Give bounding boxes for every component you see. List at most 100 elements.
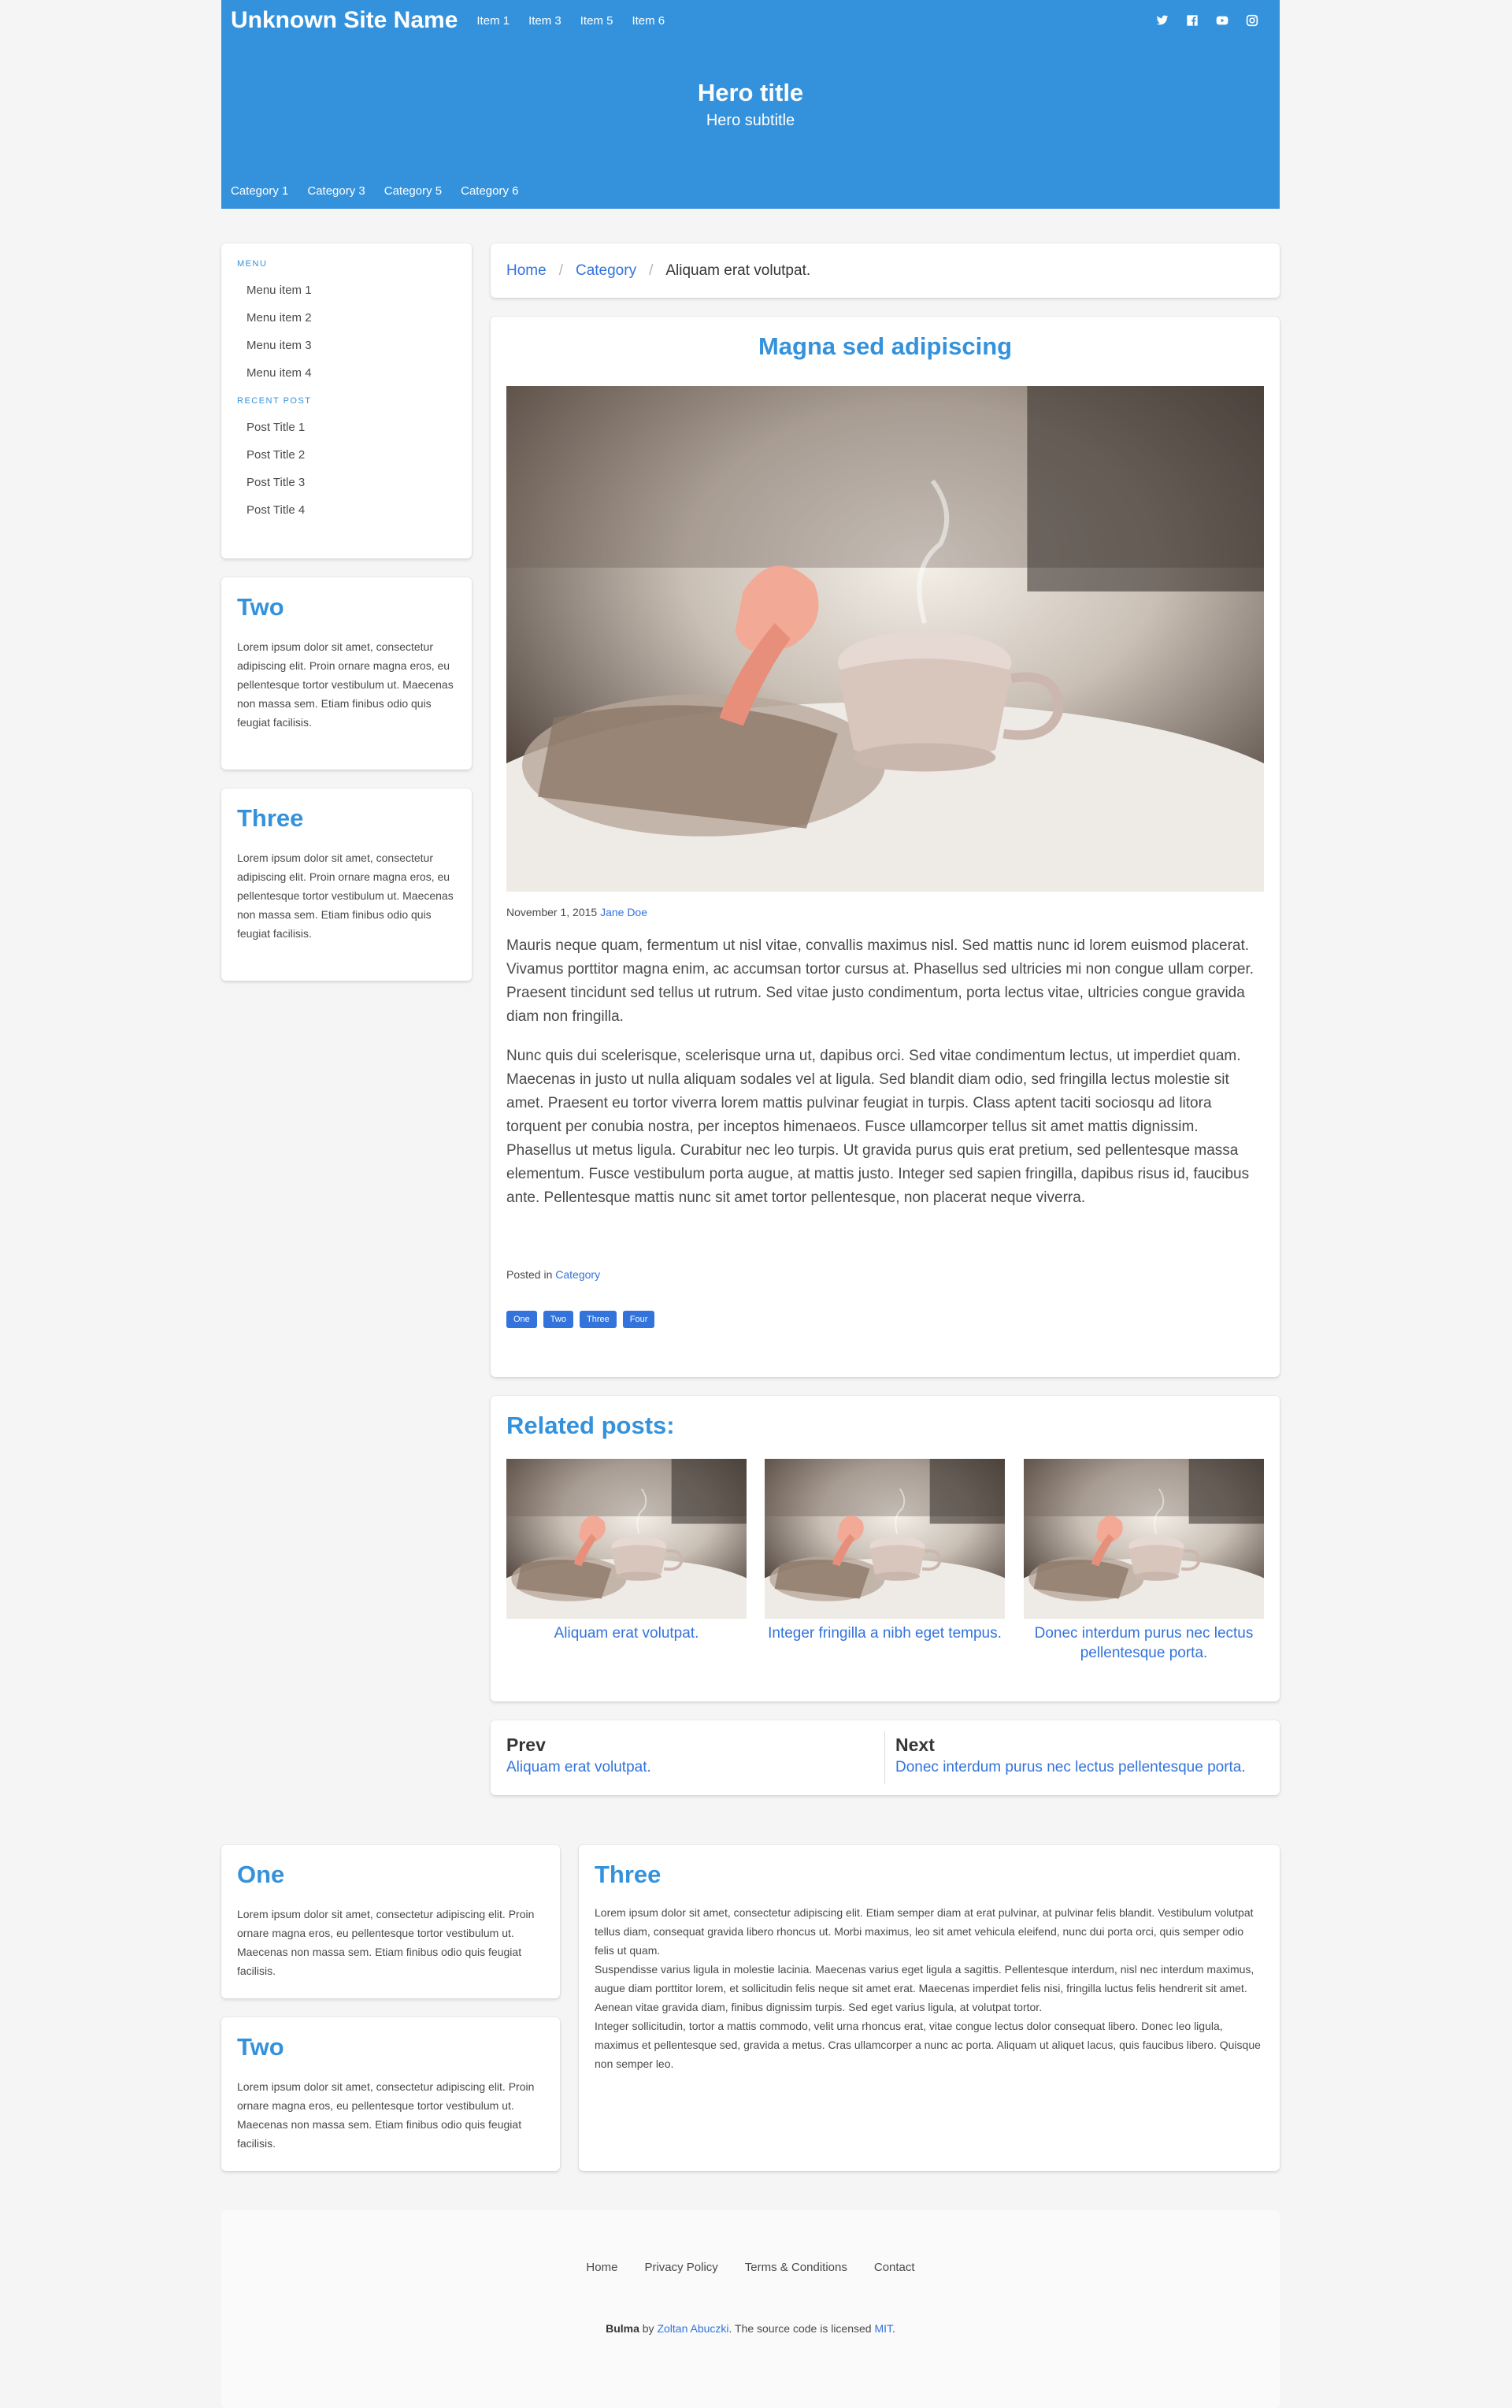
breadcrumb-home[interactable]: Home — [506, 262, 547, 280]
recent-post-item[interactable]: Post Title 2 — [237, 441, 456, 469]
bottom-card-one: One Lorem ipsum dolor sit amet, consecte… — [221, 1845, 560, 1998]
posted-in: Posted in Category — [506, 1268, 600, 1281]
related-image[interactable] — [765, 1459, 1005, 1619]
related-image[interactable] — [506, 1459, 747, 1619]
credit-mid: . The source code is licensed — [728, 2322, 875, 2335]
credit-end: . — [892, 2322, 895, 2335]
footer-link-home[interactable]: Home — [586, 2261, 617, 2274]
footer-link-privacy[interactable]: Privacy Policy — [644, 2261, 717, 2274]
footer-link-terms[interactable]: Terms & Conditions — [745, 2261, 847, 2274]
related-posts: Related posts: Aliquam erat volutpat. In… — [491, 1396, 1280, 1701]
category-tabs: Category 1 Category 3 Category 5 Categor… — [231, 173, 538, 209]
posted-in-label: Posted in — [506, 1268, 553, 1281]
posted-in-category[interactable]: Category — [555, 1268, 600, 1281]
next-post[interactable]: Next Donec interdum purus nec lectus pel… — [895, 1735, 1273, 1776]
pagination-divider — [884, 1731, 885, 1784]
breadcrumb-separator: / — [649, 262, 654, 279]
tag[interactable]: Two — [543, 1311, 573, 1328]
next-link[interactable]: Donec interdum purus nec lectus pellente… — [895, 1759, 1273, 1776]
footer: Home Privacy Policy Terms & Conditions C… — [221, 2210, 1280, 2408]
recent-post-item[interactable]: Post Title 1 — [237, 414, 456, 441]
related-heading: Related posts: — [506, 1412, 675, 1439]
twitter-icon[interactable] — [1155, 13, 1169, 28]
sidebar-card-three: Three Lorem ipsum dolor sit amet, consec… — [221, 788, 472, 981]
related-title[interactable]: Aliquam erat volutpat. — [506, 1623, 747, 1643]
nav-item-6[interactable]: Item 6 — [632, 14, 665, 28]
recent-post-label: RECENT POST — [237, 396, 312, 406]
nav-item-5[interactable]: Item 5 — [580, 14, 613, 28]
nav-item-1[interactable]: Item 1 — [476, 14, 510, 28]
top-navbar: Unknown Site Name Item 1 Item 3 Item 5 I… — [221, 0, 1280, 41]
card-title: Two — [237, 593, 284, 621]
menu-item[interactable]: Menu item 2 — [237, 304, 456, 332]
post-pagination: Prev Aliquam erat volutpat. Next Donec i… — [491, 1720, 1280, 1795]
social-links — [1155, 13, 1259, 28]
tag-list: One Two Three Four — [506, 1311, 661, 1328]
card-text: Lorem ipsum dolor sit amet, consectetur … — [237, 2080, 535, 2150]
card-title: One — [237, 1861, 285, 1888]
breadcrumb-separator: / — [558, 262, 563, 279]
card-title: Two — [237, 2033, 284, 2061]
tab-category-1[interactable]: Category 1 — [231, 184, 288, 198]
menu-item[interactable]: Menu item 4 — [237, 359, 456, 387]
credit-brand: Bulma — [606, 2322, 639, 2335]
tab-category-3[interactable]: Category 3 — [307, 184, 365, 198]
card-paragraph: Integer sollicitudin, tortor a mattis co… — [595, 2020, 1261, 2070]
hero-title: Hero title — [697, 79, 804, 106]
site-brand[interactable]: Unknown Site Name — [231, 7, 458, 34]
card-text: Lorem ipsum dolor sit amet, consectetur … — [237, 852, 454, 940]
bottom-card-two: Two Lorem ipsum dolor sit amet, consecte… — [221, 2017, 560, 2171]
next-label: Next — [895, 1735, 935, 1755]
related-title[interactable]: Donec interdum purus nec lectus pellente… — [1024, 1623, 1264, 1663]
post-title: Magna sed adipiscing — [758, 332, 1013, 360]
card-text: Lorem ipsum dolor sit amet, consectetur … — [237, 1908, 535, 1977]
related-item[interactable]: Integer fringilla a nibh eget tempus. — [765, 1459, 1005, 1643]
youtube-icon[interactable] — [1215, 13, 1229, 28]
post-meta: November 1, 2015 Jane Doe — [506, 906, 647, 918]
related-title[interactable]: Integer fringilla a nibh eget tempus. — [765, 1623, 1005, 1643]
bottom-card-three: Three Lorem ipsum dolor sit amet, consec… — [579, 1845, 1280, 2171]
post-image — [506, 386, 1264, 892]
credit-author-link[interactable]: Zoltan Abuczki — [657, 2322, 728, 2335]
breadcrumb-current: Aliquam erat volutpat. — [665, 262, 811, 279]
menu-label: MENU — [237, 259, 268, 269]
menu-item[interactable]: Menu item 1 — [237, 276, 456, 304]
card-paragraph: Lorem ipsum dolor sit amet, consectetur … — [595, 1906, 1254, 1957]
post-author[interactable]: Jane Doe — [600, 906, 647, 918]
credit-by: by — [639, 2322, 658, 2335]
recent-post-item[interactable]: Post Title 4 — [237, 496, 456, 524]
hero-header: Unknown Site Name Item 1 Item 3 Item 5 I… — [221, 0, 1280, 209]
recent-post-item[interactable]: Post Title 3 — [237, 469, 456, 496]
footer-credit: Bulma by Zoltan Abuczki. The source code… — [221, 2322, 1280, 2335]
breadcrumb: Home / Category / Aliquam erat volutpat. — [491, 243, 1280, 298]
instagram-icon[interactable] — [1245, 13, 1259, 28]
tag[interactable]: One — [506, 1311, 537, 1328]
post-card: Magna sed adipiscing November 1, 2015 Ja… — [491, 317, 1280, 1377]
post-paragraph: Mauris neque quam, fermentum ut nisl vit… — [506, 937, 1254, 1025]
prev-label: Prev — [506, 1735, 546, 1755]
related-item[interactable]: Aliquam erat volutpat. — [506, 1459, 747, 1643]
tag[interactable]: Four — [622, 1311, 655, 1328]
license-link[interactable]: MIT — [874, 2322, 892, 2335]
card-text: Lorem ipsum dolor sit amet, consectetur … — [237, 640, 454, 729]
card-paragraph: Suspendisse varius ligula in molestie la… — [595, 1963, 1254, 2013]
hero-subtitle: Hero subtitle — [706, 112, 795, 129]
related-image[interactable] — [1024, 1459, 1264, 1619]
post-date: November 1, 2015 — [506, 906, 598, 918]
prev-post[interactable]: Prev Aliquam erat volutpat. — [506, 1735, 884, 1776]
related-item[interactable]: Donec interdum purus nec lectus pellente… — [1024, 1459, 1264, 1663]
prev-link[interactable]: Aliquam erat volutpat. — [506, 1759, 884, 1776]
menu-item[interactable]: Menu item 3 — [237, 332, 456, 359]
card-title: Three — [595, 1861, 662, 1888]
breadcrumb-category[interactable]: Category — [576, 262, 636, 280]
footer-link-contact[interactable]: Contact — [874, 2261, 915, 2274]
card-title: Three — [237, 804, 304, 832]
sidebar-menu: MENU Menu item 1 Menu item 2 Menu item 3… — [221, 243, 472, 558]
tag[interactable]: Three — [579, 1311, 617, 1328]
tab-category-5[interactable]: Category 5 — [384, 184, 442, 198]
nav-item-3[interactable]: Item 3 — [528, 14, 561, 28]
tab-category-6[interactable]: Category 6 — [461, 184, 518, 198]
sidebar-card-two: Two Lorem ipsum dolor sit amet, consecte… — [221, 577, 472, 770]
post-paragraph: Nunc quis dui scelerisque, scelerisque u… — [506, 1048, 1250, 1206]
facebook-icon[interactable] — [1185, 13, 1199, 28]
